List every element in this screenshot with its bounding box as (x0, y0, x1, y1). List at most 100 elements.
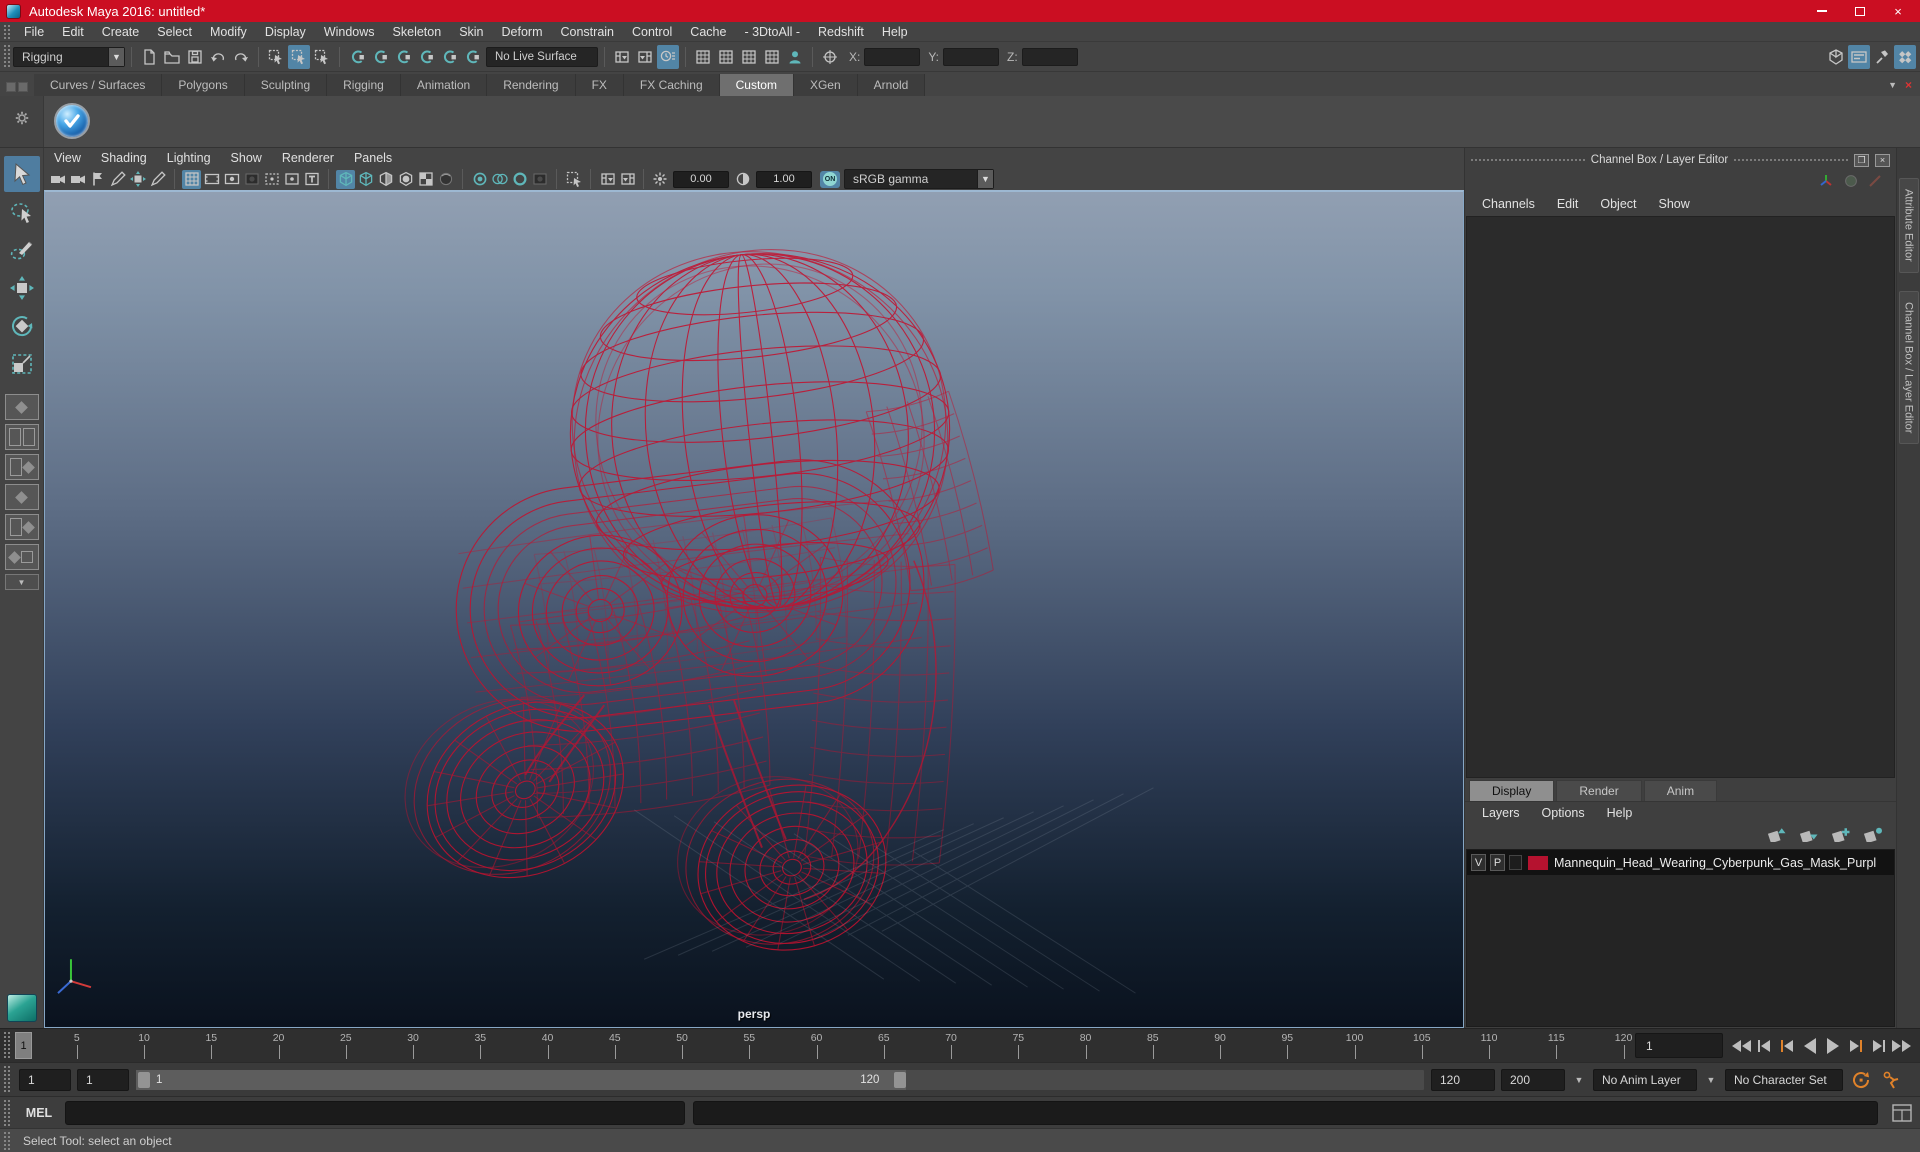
create-empty-layer-icon[interactable] (1831, 827, 1852, 845)
mel-label[interactable]: MEL (21, 1106, 57, 1120)
rotate-tool[interactable] (4, 308, 40, 344)
step-back-frame-button[interactable] (1754, 1034, 1774, 1058)
snap-to-projected-center-icon[interactable] (415, 45, 437, 69)
panel-menu-renderer[interactable]: Renderer (272, 151, 344, 165)
layout-outliner-persp[interactable] (4, 454, 39, 480)
maximize-button[interactable] (1854, 5, 1866, 17)
current-frame-marker[interactable]: 1 (15, 1032, 32, 1059)
layer-playback-toggle[interactable]: P (1490, 854, 1505, 871)
range-end-handle[interactable] (894, 1071, 907, 1088)
animation-start-field[interactable]: 1 (19, 1068, 71, 1091)
field-chart-icon[interactable] (302, 170, 321, 189)
shadows-icon[interactable] (436, 170, 455, 189)
shelf-options-icon[interactable]: ▼ (1888, 80, 1897, 90)
character-set-field[interactable]: No Character Set (1725, 1068, 1843, 1091)
play-forwards-button[interactable] (1823, 1034, 1843, 1058)
close-panel-icon[interactable]: × (1875, 153, 1891, 167)
help-line-drag-handle[interactable] (3, 1131, 11, 1150)
wireframe-mode-icon[interactable] (336, 169, 355, 189)
layer-menu-layers[interactable]: Layers (1473, 803, 1529, 823)
anim-layer-field[interactable]: No Anim Layer (1593, 1068, 1697, 1091)
motion-blur-icon[interactable] (490, 170, 509, 189)
menu-help[interactable]: Help (873, 22, 917, 42)
contrast-icon[interactable] (733, 170, 752, 189)
manip-slash-icon[interactable] (1868, 174, 1882, 191)
layer-visible-toggle[interactable]: V (1471, 854, 1486, 871)
new-scene-icon[interactable] (138, 45, 160, 69)
render-current-frame-icon[interactable] (692, 45, 714, 69)
use-all-lights-icon[interactable] (416, 170, 435, 189)
shelf-tab-fx-caching[interactable]: FX Caching (623, 74, 720, 96)
layout-single-pane[interactable] (4, 394, 39, 420)
menu-cache[interactable]: Cache (681, 22, 735, 42)
textured-mode-icon[interactable] (396, 170, 415, 189)
chevron-down-icon[interactable]: ▼ (1703, 1069, 1719, 1091)
shelf-tab-animation[interactable]: Animation (400, 74, 488, 96)
range-track[interactable]: 1 120 (135, 1068, 1425, 1091)
mel-input[interactable] (65, 1100, 685, 1125)
move-tool[interactable] (4, 270, 40, 306)
gamma-dropdown[interactable]: sRGB gamma ▼ (844, 169, 994, 189)
range-drag-handle[interactable] (3, 1065, 11, 1094)
manip-sphere-icon[interactable] (1844, 174, 1858, 191)
menu-modify[interactable]: Modify (201, 22, 256, 42)
lasso-tool[interactable] (4, 194, 40, 230)
layer-editor-tab-display[interactable]: Display (1469, 780, 1555, 801)
play-backwards-button[interactable] (1800, 1034, 1820, 1058)
shelf-tab-rigging[interactable]: Rigging (327, 74, 401, 96)
grid-display-icon[interactable] (182, 169, 201, 189)
layout-four-pane[interactable] (4, 424, 39, 450)
panel-menu-view[interactable]: View (44, 151, 91, 165)
isolate-select-icon[interactable] (564, 170, 583, 189)
snap-pencil-icon[interactable] (148, 170, 167, 189)
select-camera-icon[interactable] (48, 170, 67, 189)
safe-action-icon[interactable] (282, 170, 301, 189)
y-input[interactable] (943, 47, 1000, 66)
panel-menu-panels[interactable]: Panels (344, 151, 402, 165)
layer-display-type-box[interactable] (1509, 855, 1522, 870)
layer-editor-tab-render[interactable]: Render (1556, 780, 1642, 801)
x-input[interactable] (864, 47, 921, 66)
step-back-key-button[interactable] (1777, 1034, 1797, 1058)
channel-box-menu-show[interactable]: Show (1650, 194, 1699, 214)
layer-name[interactable]: Mannequin_Head_Wearing_Cyberpunk_Gas_Mas… (1554, 856, 1876, 870)
live-surface-field[interactable]: No Live Surface (486, 46, 598, 67)
channel-box-toggle-icon[interactable] (1894, 44, 1916, 69)
menuset-dropdown[interactable]: Rigging ▼ (13, 46, 125, 67)
tab-channel-box-layer-editor[interactable]: Channel Box / Layer Editor (1898, 290, 1919, 445)
image-plane-icon[interactable] (108, 170, 127, 189)
gamma-enable-toggle[interactable]: ON (820, 170, 840, 188)
menu-edit[interactable]: Edit (53, 22, 93, 42)
menu-deform[interactable]: Deform (493, 22, 552, 42)
save-scene-icon[interactable] (184, 45, 206, 69)
move-layer-down-icon[interactable] (1799, 827, 1820, 845)
shelf-tab-rendering[interactable]: Rendering (487, 74, 576, 96)
shelf-tab-sculpting[interactable]: Sculpting (244, 74, 328, 96)
shelf-tab-curves-surfaces[interactable]: Curves / Surfaces (34, 74, 163, 96)
contrast-field[interactable]: 1.00 (756, 170, 812, 188)
shelf-tab-arnold[interactable]: Arnold (857, 74, 926, 96)
float-panel-icon[interactable]: ❐ (1854, 153, 1870, 167)
layout-shortcuts-menu[interactable]: ▼ (4, 574, 39, 590)
screen-space-ao-icon[interactable] (470, 170, 489, 189)
toolbar-drag-handle[interactable] (3, 44, 11, 69)
script-editor-icon[interactable] (1890, 1101, 1914, 1125)
panel-menu-shading[interactable]: Shading (91, 151, 157, 165)
undo-icon[interactable] (207, 45, 229, 69)
exposure-icon[interactable] (650, 170, 669, 189)
wireframe-on-shaded-icon[interactable] (376, 170, 395, 189)
depth-of-field-icon[interactable] (530, 170, 549, 189)
resolution-gate-icon[interactable] (222, 170, 241, 189)
snap-to-view-planes-icon[interactable] (438, 45, 460, 69)
manip-axis-icon[interactable] (1818, 173, 1834, 192)
gear-icon[interactable] (14, 110, 30, 129)
snap-to-curves-icon[interactable] (369, 45, 391, 69)
menu-control[interactable]: Control (623, 22, 681, 42)
maya-logo-icon[interactable] (6, 994, 37, 1022)
menu-drag-handle[interactable] (3, 24, 11, 39)
chevron-down-icon[interactable]: ▼ (1571, 1069, 1587, 1091)
scale-tool[interactable] (4, 346, 40, 382)
output-connections-icon[interactable] (634, 45, 656, 69)
playback-end-field[interactable]: 120 (1431, 1068, 1495, 1091)
pane-layout-a-icon[interactable] (598, 170, 617, 189)
